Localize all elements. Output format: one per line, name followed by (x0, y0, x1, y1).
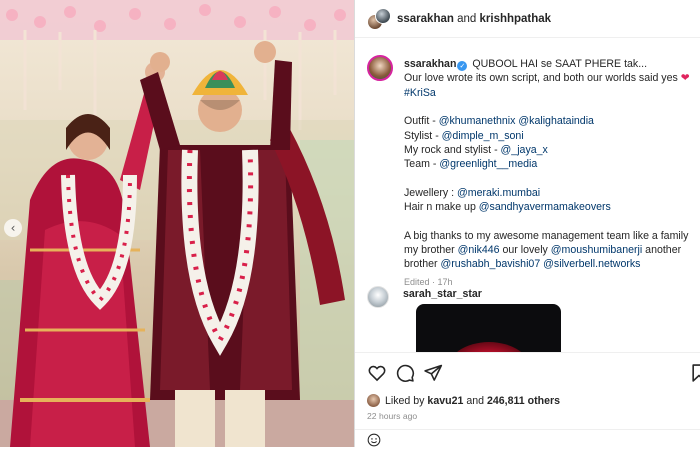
caption-line1: QUBOOL HAI se SAAT PHERE tak... (472, 58, 648, 70)
mention-link[interactable]: @moushumibanerji (551, 244, 642, 256)
mention-link[interactable]: @sandhyavermamakeovers (479, 201, 611, 213)
post-authors: ssarakhan and krishhpathak (397, 13, 551, 25)
caption-text: ssarakhan ✓ QUBOOL HAI se SAAT PHERE tak.… (404, 57, 694, 289)
caption-line2: Our love wrote its own script, and both … (404, 72, 678, 85)
caption-age[interactable]: 17h (438, 277, 453, 287)
likes-prefix: Liked by (385, 394, 425, 407)
bookmark-icon[interactable] (689, 363, 700, 383)
stylist-label: Stylist - (404, 129, 442, 142)
commenter-username[interactable]: sarah_star_star (403, 288, 482, 300)
jewellery-label: Jewellery : (404, 186, 457, 199)
mention-link[interactable]: @silverbell.networks (543, 258, 640, 270)
red-heart-icon: ❤ (680, 72, 690, 85)
outfit-label: Outfit - (404, 115, 439, 128)
author-link-1[interactable]: ssarakhan (397, 13, 454, 25)
mention-link[interactable]: @nik446 (458, 244, 500, 256)
hair-label: Hair n make up (404, 201, 479, 214)
post-detail-panel: ssarakhan and krishhpathak ssarakhan ✓ QU… (354, 0, 700, 448)
comment-bubble-icon[interactable] (395, 363, 415, 383)
caption-username[interactable]: ssarakhan (404, 58, 456, 70)
likes-count[interactable]: 246,811 others (487, 395, 560, 407)
likes-summary: Liked by kavu21 and 246,811 others (367, 394, 560, 407)
add-comment-bar[interactable] (355, 429, 700, 449)
likes-middle: and (466, 394, 484, 407)
commenter-avatar[interactable] (367, 286, 389, 308)
thanks-text: our lovely (499, 244, 551, 257)
liker-username[interactable]: kavu21 (427, 395, 463, 407)
post-actions-bar: Liked by kavu21 and 246,811 others 22 ho… (355, 352, 700, 448)
author-conjunction: and (457, 12, 477, 25)
hashtag-link[interactable]: #KriSa (404, 87, 436, 99)
post-timestamp[interactable]: 22 hours ago (367, 411, 417, 421)
previous-photo-button[interactable]: ‹ (4, 219, 22, 237)
post-header: ssarakhan and krishhpathak (355, 0, 700, 38)
smiley-icon[interactable] (367, 433, 381, 447)
mention-link[interactable]: @greenlight__media (439, 158, 537, 170)
mention-link[interactable]: @khumanethnix (439, 115, 516, 127)
author-link-2[interactable]: krishhpathak (480, 13, 552, 25)
post-photo[interactable]: ‹ (0, 0, 354, 447)
collab-avatars[interactable] (367, 7, 391, 30)
heart-outline-icon[interactable] (367, 363, 387, 383)
liker-avatar[interactable] (367, 394, 380, 407)
edited-label: Edited (404, 276, 430, 287)
mention-link[interactable]: @kalighataindia (518, 115, 594, 127)
caption-avatar[interactable] (367, 55, 393, 81)
mention-link[interactable]: @meraki.mumbai (457, 187, 540, 199)
mention-link[interactable]: @dimple_m_soni (442, 130, 524, 142)
mention-link[interactable]: @rushabh_bavishi07 (441, 258, 541, 270)
avatar-user2 (375, 7, 391, 24)
mention-link[interactable]: @_jaya_x (501, 144, 548, 156)
rock-label: My rock and stylist - (404, 144, 501, 157)
wedding-photo-illustration (0, 0, 354, 447)
verified-badge-icon: ✓ (457, 61, 468, 71)
paper-plane-icon[interactable] (423, 363, 443, 383)
team-label: Team - (404, 158, 440, 171)
